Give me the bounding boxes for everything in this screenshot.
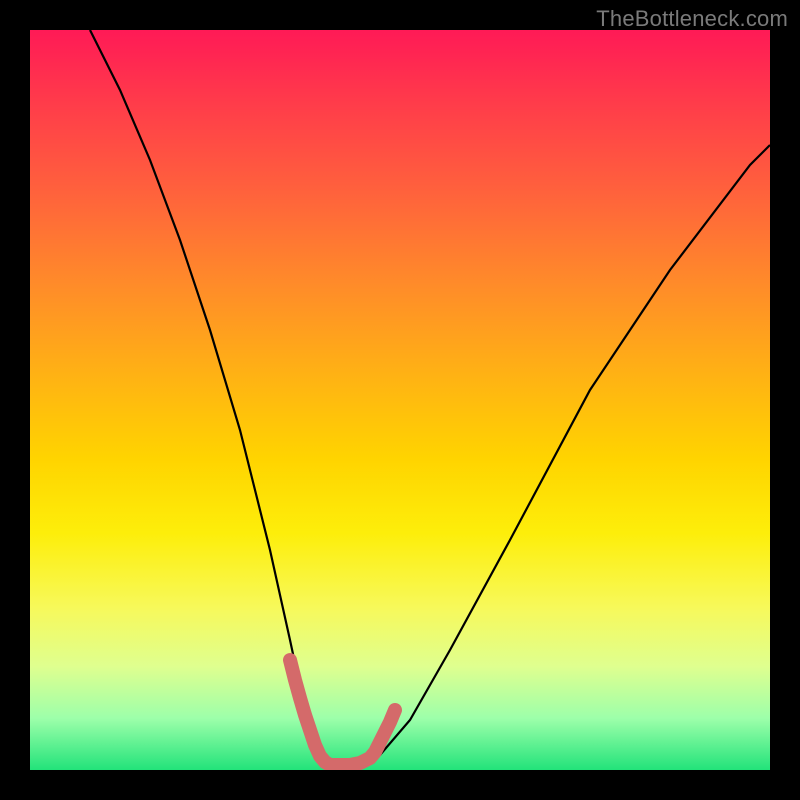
chart-frame: TheBottleneck.com bbox=[0, 0, 800, 800]
highlight-marks bbox=[290, 660, 395, 765]
plot-area bbox=[30, 30, 770, 770]
curve-svg bbox=[30, 30, 770, 770]
bottleneck-curve bbox=[90, 30, 770, 765]
watermark-text: TheBottleneck.com bbox=[596, 6, 788, 32]
